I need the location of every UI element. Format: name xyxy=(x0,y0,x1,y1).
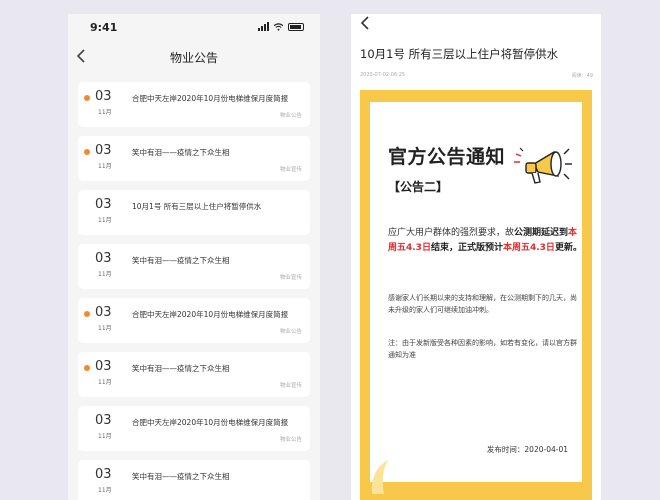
item-day: 03 xyxy=(95,251,112,266)
item-day: 03 xyxy=(95,467,112,482)
announcement-detail-screen: 10月1号 所有三层以上住户将暂停供水 2020-07-02 06:25 阅读：… xyxy=(351,14,601,500)
chevron-left-icon xyxy=(76,49,85,63)
page-curl-decoration xyxy=(371,460,388,494)
megaphone-icon xyxy=(514,147,572,184)
unread-dot xyxy=(84,311,90,317)
item-day: 03 xyxy=(95,305,112,320)
detail-title: 10月1号 所有三层以上住户将暂停供水 xyxy=(360,47,559,61)
item-month: 11月 xyxy=(98,217,112,224)
item-category: 物业公告 xyxy=(279,437,302,443)
item-day: 03 xyxy=(95,197,112,212)
notice-poster: 官方公告通知 【公告二】 应广大用户群体的强烈要求，故公测期延迟到本周五4.3日… xyxy=(360,90,592,500)
read-count: 阅读：49 xyxy=(571,73,593,79)
signal-icon xyxy=(258,22,269,31)
para-bold: 更新。 xyxy=(554,243,582,253)
item-month: 11月 xyxy=(98,325,112,332)
item-title: 笑中有泪——疫情之下众生相 xyxy=(132,256,230,265)
item-month: 11月 xyxy=(98,109,112,116)
back-button[interactable] xyxy=(360,16,370,34)
back-button[interactable] xyxy=(76,48,86,67)
para-bold: 正式版预计 xyxy=(457,243,503,253)
list-item[interactable]: 03 11月 笑中有泪——疫情之下众生相 物业宣传 xyxy=(78,136,310,181)
notice-subtitle: 【公告二】 xyxy=(388,180,449,194)
item-month: 11月 xyxy=(98,487,112,494)
item-title: 笑中有泪——疫情之下众生相 xyxy=(132,364,230,373)
notice-paragraph-main: 应广大用户群体的强烈要求，故公测期延迟到本周五4.3日结束，正式版预计本周五4.… xyxy=(388,226,584,256)
item-category: 物业宣传 xyxy=(279,275,302,281)
status-bar: 9:41 xyxy=(68,14,320,42)
list-item[interactable]: 03 11月 合肥中天左岸2020年10月份电梯维保月度简报 物业公告 xyxy=(78,82,310,127)
status-icons xyxy=(258,22,304,31)
item-title: 笑中有泪——疫情之下众生相 xyxy=(132,472,230,481)
para-bold: 公测期延迟到 xyxy=(514,228,569,238)
item-title: 笑中有泪——疫情之下众生相 xyxy=(132,148,230,157)
notice-card: 官方公告通知 【公告二】 应广大用户群体的强烈要求，故公测期延迟到本周五4.3日… xyxy=(370,102,582,482)
list-item[interactable]: 03 11月 笑中有泪——疫情之下众生相 物业宣传 xyxy=(78,352,310,397)
item-category: 物业宣传 xyxy=(279,167,302,173)
item-category: 物业公告 xyxy=(279,113,302,119)
item-title: 合肥中天左岸2020年10月份电梯维保月度简报 xyxy=(132,94,289,103)
item-category: 物业公告 xyxy=(279,329,302,335)
item-month: 11月 xyxy=(98,163,112,170)
para-text: 应广大用户群体的强烈要求，故 xyxy=(388,228,515,238)
list-item[interactable]: 03 11月 笑中有泪——疫情之下众生相 xyxy=(78,460,310,500)
announcement-list-screen: 9:41 物业公告 03 11月 合肥中天左岸2020年10月份电梯维保月度简报… xyxy=(68,14,320,500)
list-item[interactable]: 03 11月 合肥中天左岸2020年10月份电梯维保月度简报 物业公告 xyxy=(78,406,310,451)
unread-dot xyxy=(84,365,90,371)
battery-icon xyxy=(288,22,304,31)
notice-paragraph-thanks: 感谢家人们长期以来的支持和理解，在公测期剩下的几天，尚未升级的家人们可继续加油冲… xyxy=(388,294,577,314)
item-month: 11月 xyxy=(98,271,112,278)
unread-dot xyxy=(84,95,90,101)
para-highlight: 本周五4.3日 xyxy=(502,243,555,253)
list-item[interactable]: 03 11月 笑中有泪——疫情之下众生相 物业宣传 xyxy=(78,244,310,289)
page-title: 物业公告 xyxy=(169,51,218,65)
list-item[interactable]: 03 11月 10月1号 所有三层以上住户将暂停供水 xyxy=(78,190,310,235)
item-title: 10月1号 所有三层以上住户将暂停供水 xyxy=(132,202,262,211)
item-month: 11月 xyxy=(98,433,112,440)
notice-paragraph-note: 注：由于发新版受各种因素的影响，如若有变化，请以官方群通知为准 xyxy=(388,339,577,359)
list-item[interactable]: 03 11月 合肥中天左岸2020年10月份电梯维保月度简报 物业公告 xyxy=(78,298,310,343)
item-category: 物业宣传 xyxy=(279,383,302,389)
notice-title: 官方公告通知 xyxy=(388,146,506,168)
status-time: 9:41 xyxy=(90,21,118,34)
item-title: 合肥中天左岸2020年10月份电梯维保月度简报 xyxy=(132,310,289,319)
unread-dot xyxy=(84,149,90,155)
detail-date: 2020-07-02 06:25 xyxy=(360,72,406,78)
item-day: 03 xyxy=(95,89,112,104)
item-day: 03 xyxy=(95,359,112,374)
item-month: 11月 xyxy=(98,379,112,386)
item-title: 合肥中天左岸2020年10月份电梯维保月度简报 xyxy=(132,418,289,427)
publish-date: 发布时间：2020-04-01 xyxy=(486,445,568,454)
wifi-icon xyxy=(273,22,284,31)
item-day: 03 xyxy=(95,143,112,158)
item-day: 03 xyxy=(95,413,112,428)
para-bold: 结束， xyxy=(430,243,458,253)
detail-header: 10月1号 所有三层以上住户将暂停供水 2020-07-02 06:25 阅读：… xyxy=(351,14,601,92)
nav-bar: 物业公告 xyxy=(68,42,320,74)
chevron-left-icon xyxy=(360,16,369,30)
